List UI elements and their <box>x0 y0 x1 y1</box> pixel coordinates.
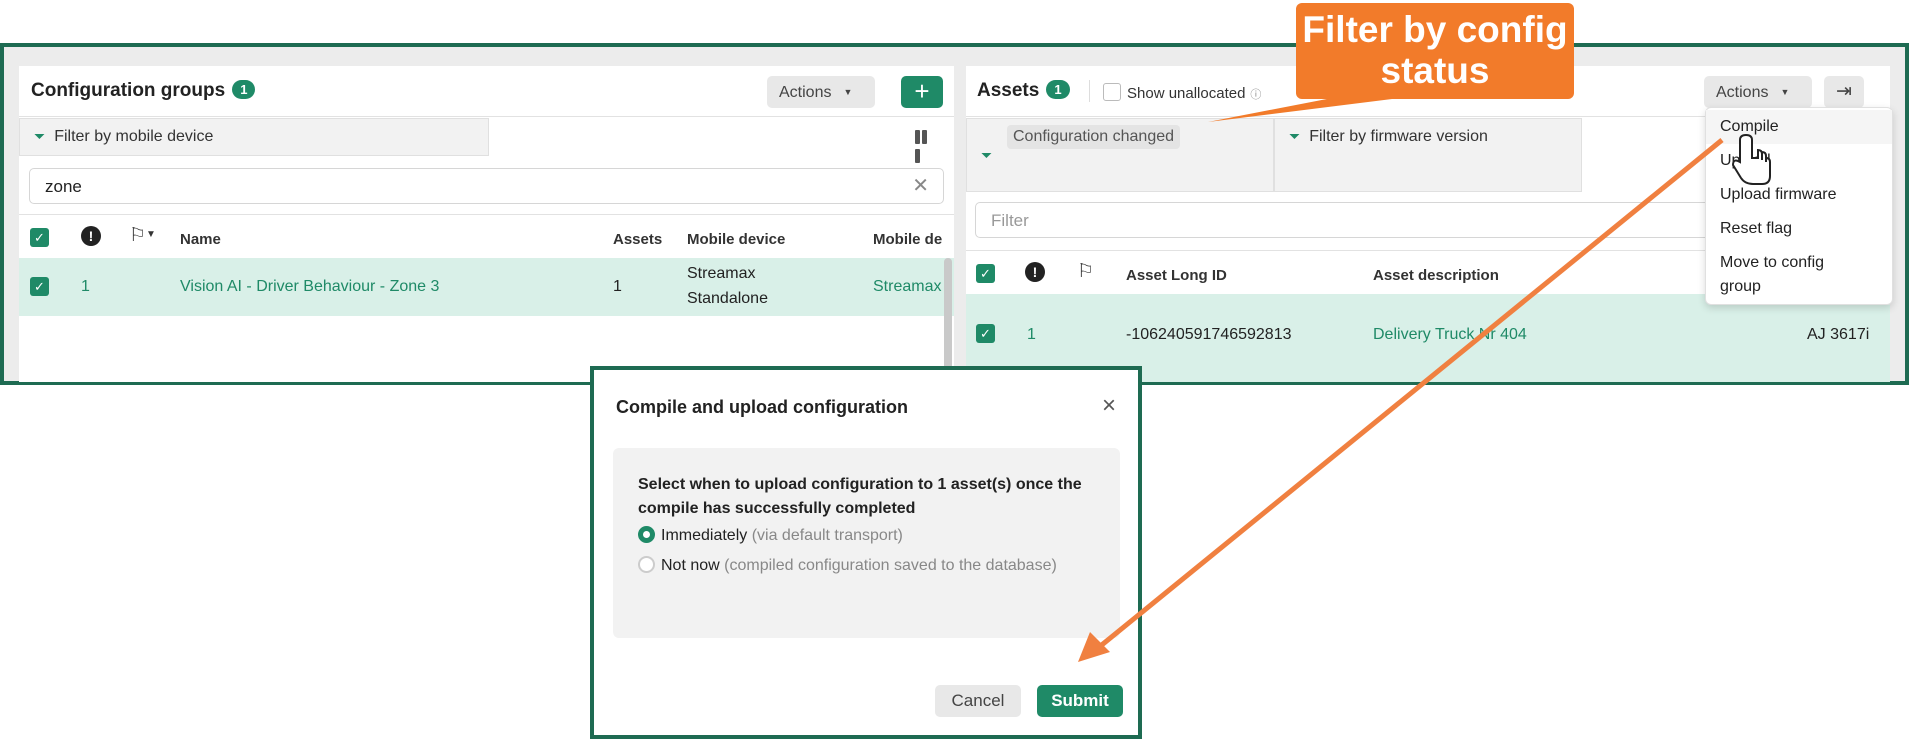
callout-filter-by-config-status: Filter by config status <box>1296 3 1574 99</box>
hand-cursor-icon <box>1731 133 1771 185</box>
annotation-overlay <box>1078 98 1771 662</box>
callout-pointer <box>1208 98 1400 122</box>
arrow-line <box>1096 138 1724 650</box>
arrow-head <box>1078 632 1110 662</box>
